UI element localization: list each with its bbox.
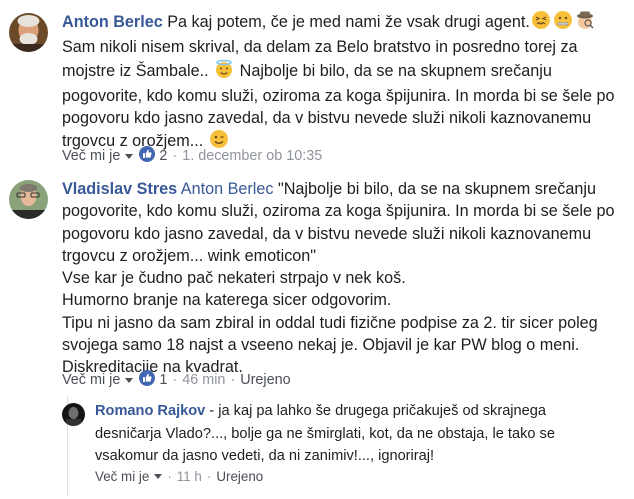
mention-link[interactable]: Anton Berlec bbox=[181, 180, 274, 198]
comment-text: Vladislav Stres Anton Berlec "Najbolje b… bbox=[62, 180, 615, 377]
like-count[interactable]: 1 bbox=[159, 372, 167, 388]
confounded-face-icon bbox=[531, 10, 551, 36]
like-button[interactable]: Več mi je bbox=[62, 372, 120, 388]
comment-vladislav-stres: Vladislav Stres Anton Berlec "Najbolje b… bbox=[0, 170, 634, 392]
comment-actions: Več mi je 2 · 1. december ob 10:35 bbox=[62, 146, 323, 166]
timestamp[interactable]: 1. december ob 10:35 bbox=[182, 148, 322, 164]
avatar[interactable] bbox=[9, 13, 48, 52]
reply-romano-rajkov: Romano Rajkov - ja kaj pa lahko še druge… bbox=[0, 396, 634, 499]
chevron-down-icon[interactable] bbox=[125, 153, 134, 159]
like-button[interactable]: Več mi je bbox=[95, 469, 149, 484]
comment-text: Anton Berlec Pa kaj potem, če je med nam… bbox=[62, 10, 632, 156]
timestamp[interactable]: 46 min bbox=[182, 372, 225, 388]
avatar[interactable] bbox=[9, 180, 48, 219]
comment-thread: Anton Berlec Pa kaj potem, če je med nam… bbox=[0, 0, 634, 499]
like-count-icon[interactable] bbox=[139, 146, 156, 166]
detective-icon bbox=[575, 10, 595, 36]
chevron-down-icon[interactable] bbox=[154, 474, 163, 479]
comment-actions: Več mi je · 11 h · Urejeno bbox=[95, 469, 264, 484]
like-count-icon[interactable] bbox=[139, 370, 156, 390]
like-button[interactable]: Več mi je bbox=[62, 148, 120, 164]
edited-link[interactable]: Urejeno bbox=[240, 372, 290, 388]
edited-link[interactable]: Urejeno bbox=[216, 469, 263, 484]
like-count[interactable]: 2 bbox=[159, 148, 167, 164]
avatar[interactable] bbox=[62, 403, 85, 426]
zipper-mouth-face-icon bbox=[553, 10, 573, 36]
comment-author[interactable]: Romano Rajkov bbox=[95, 403, 205, 419]
comment-text: Romano Rajkov - ja kaj pa lahko še druge… bbox=[95, 403, 555, 464]
smiling-face-with-halo-icon bbox=[214, 59, 234, 85]
comment-author[interactable]: Anton Berlec bbox=[62, 13, 163, 31]
comment-author[interactable]: Vladislav Stres bbox=[62, 180, 177, 198]
comment-actions: Več mi je 1 · 46 min · Urejeno bbox=[62, 370, 291, 390]
chevron-down-icon[interactable] bbox=[125, 377, 134, 383]
comment-anton-berlec: Anton Berlec Pa kaj potem, če je med nam… bbox=[0, 0, 634, 170]
timestamp[interactable]: 11 h bbox=[177, 469, 202, 484]
